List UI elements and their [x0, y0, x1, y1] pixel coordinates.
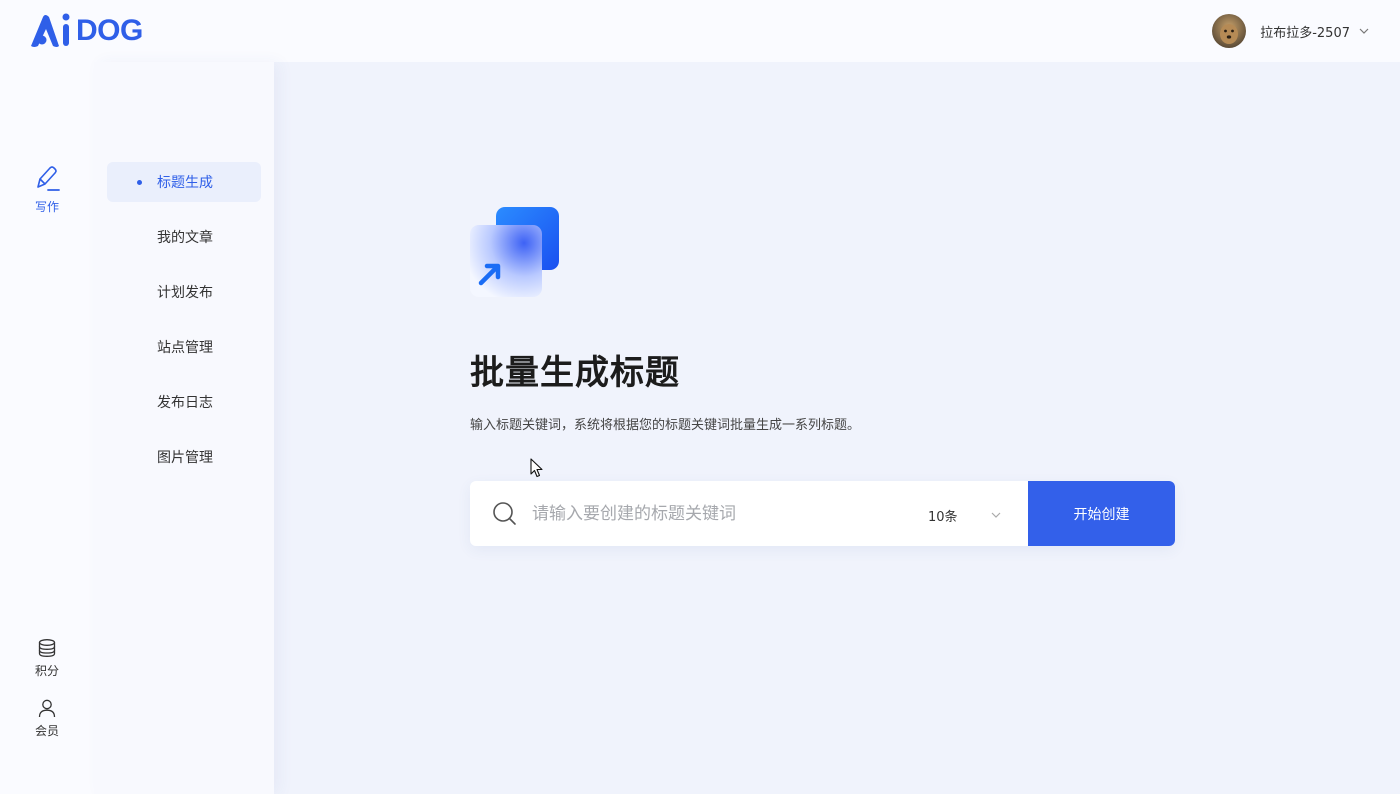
sidebar-item-publish-log[interactable]: 发布日志: [107, 382, 261, 422]
chevron-down-icon: [991, 512, 1001, 518]
rail-item-write[interactable]: 写作: [0, 164, 94, 215]
batch-create-icon: [470, 207, 559, 297]
active-dot-icon: [137, 180, 142, 185]
pen-icon: [37, 166, 60, 191]
count-select[interactable]: 10条: [910, 499, 1010, 529]
sidebar-item-scheduled-publish[interactable]: 计划发布: [107, 272, 261, 312]
sidebar-item-label: 图片管理: [157, 450, 213, 466]
search-bar: 10条 开始创建: [470, 481, 1175, 546]
start-create-button[interactable]: 开始创建: [1028, 481, 1175, 546]
page-description: 输入标题关键词，系统将根据您的标题关键词批量生成一系列标题。: [470, 418, 861, 433]
sidebar-item-label: 发布日志: [157, 395, 213, 411]
sidebar-item-title-generate[interactable]: 标题生成: [107, 162, 261, 202]
chevron-down-icon: [1359, 28, 1369, 34]
sidebar-item-label: 我的文章: [157, 230, 213, 246]
user-icon: [38, 699, 56, 718]
rail-label-member: 会员: [34, 724, 59, 738]
rail-label-write: 写作: [34, 200, 59, 214]
logo-text: DOG: [76, 14, 143, 47]
sidebar-item-label: 标题生成: [157, 175, 213, 191]
search-icon: [493, 502, 516, 525]
avatar[interactable]: [1212, 14, 1247, 48]
rail-item-member[interactable]: 会员: [0, 698, 94, 739]
rail-item-points[interactable]: 积分: [0, 638, 94, 679]
count-select-value: 10条: [928, 510, 958, 525]
sidebar-item-label: 计划发布: [157, 285, 213, 301]
sidebar-item-site-management[interactable]: 站点管理: [107, 327, 261, 367]
mouse-cursor-icon: [530, 458, 543, 478]
logo[interactable]: DOG: [28, 12, 143, 50]
sidebar-item-label: 站点管理: [157, 340, 213, 356]
user-menu[interactable]: 拉布拉多-2507: [1212, 14, 1370, 48]
main-content: 批量生成标题 输入标题关键词，系统将根据您的标题关键词批量生成一系列标题。 10…: [274, 62, 1400, 794]
icon-rail: 写作 积分 会员: [0, 62, 94, 794]
database-icon: [38, 639, 56, 657]
sidebar: 标题生成 我的文章 计划发布 站点管理 发布日志 图片管理: [94, 62, 274, 794]
sidebar-item-image-management[interactable]: 图片管理: [107, 437, 261, 477]
sidebar-item-my-articles[interactable]: 我的文章: [107, 217, 261, 257]
rail-label-points: 积分: [34, 664, 59, 678]
top-bar: DOG 拉布拉多-2507: [0, 0, 1400, 62]
page-title: 批量生成标题: [470, 353, 680, 393]
logo-mark-icon: [31, 13, 70, 47]
user-name: 拉布拉多-2507: [1260, 25, 1350, 41]
keyword-input[interactable]: [532, 499, 902, 529]
